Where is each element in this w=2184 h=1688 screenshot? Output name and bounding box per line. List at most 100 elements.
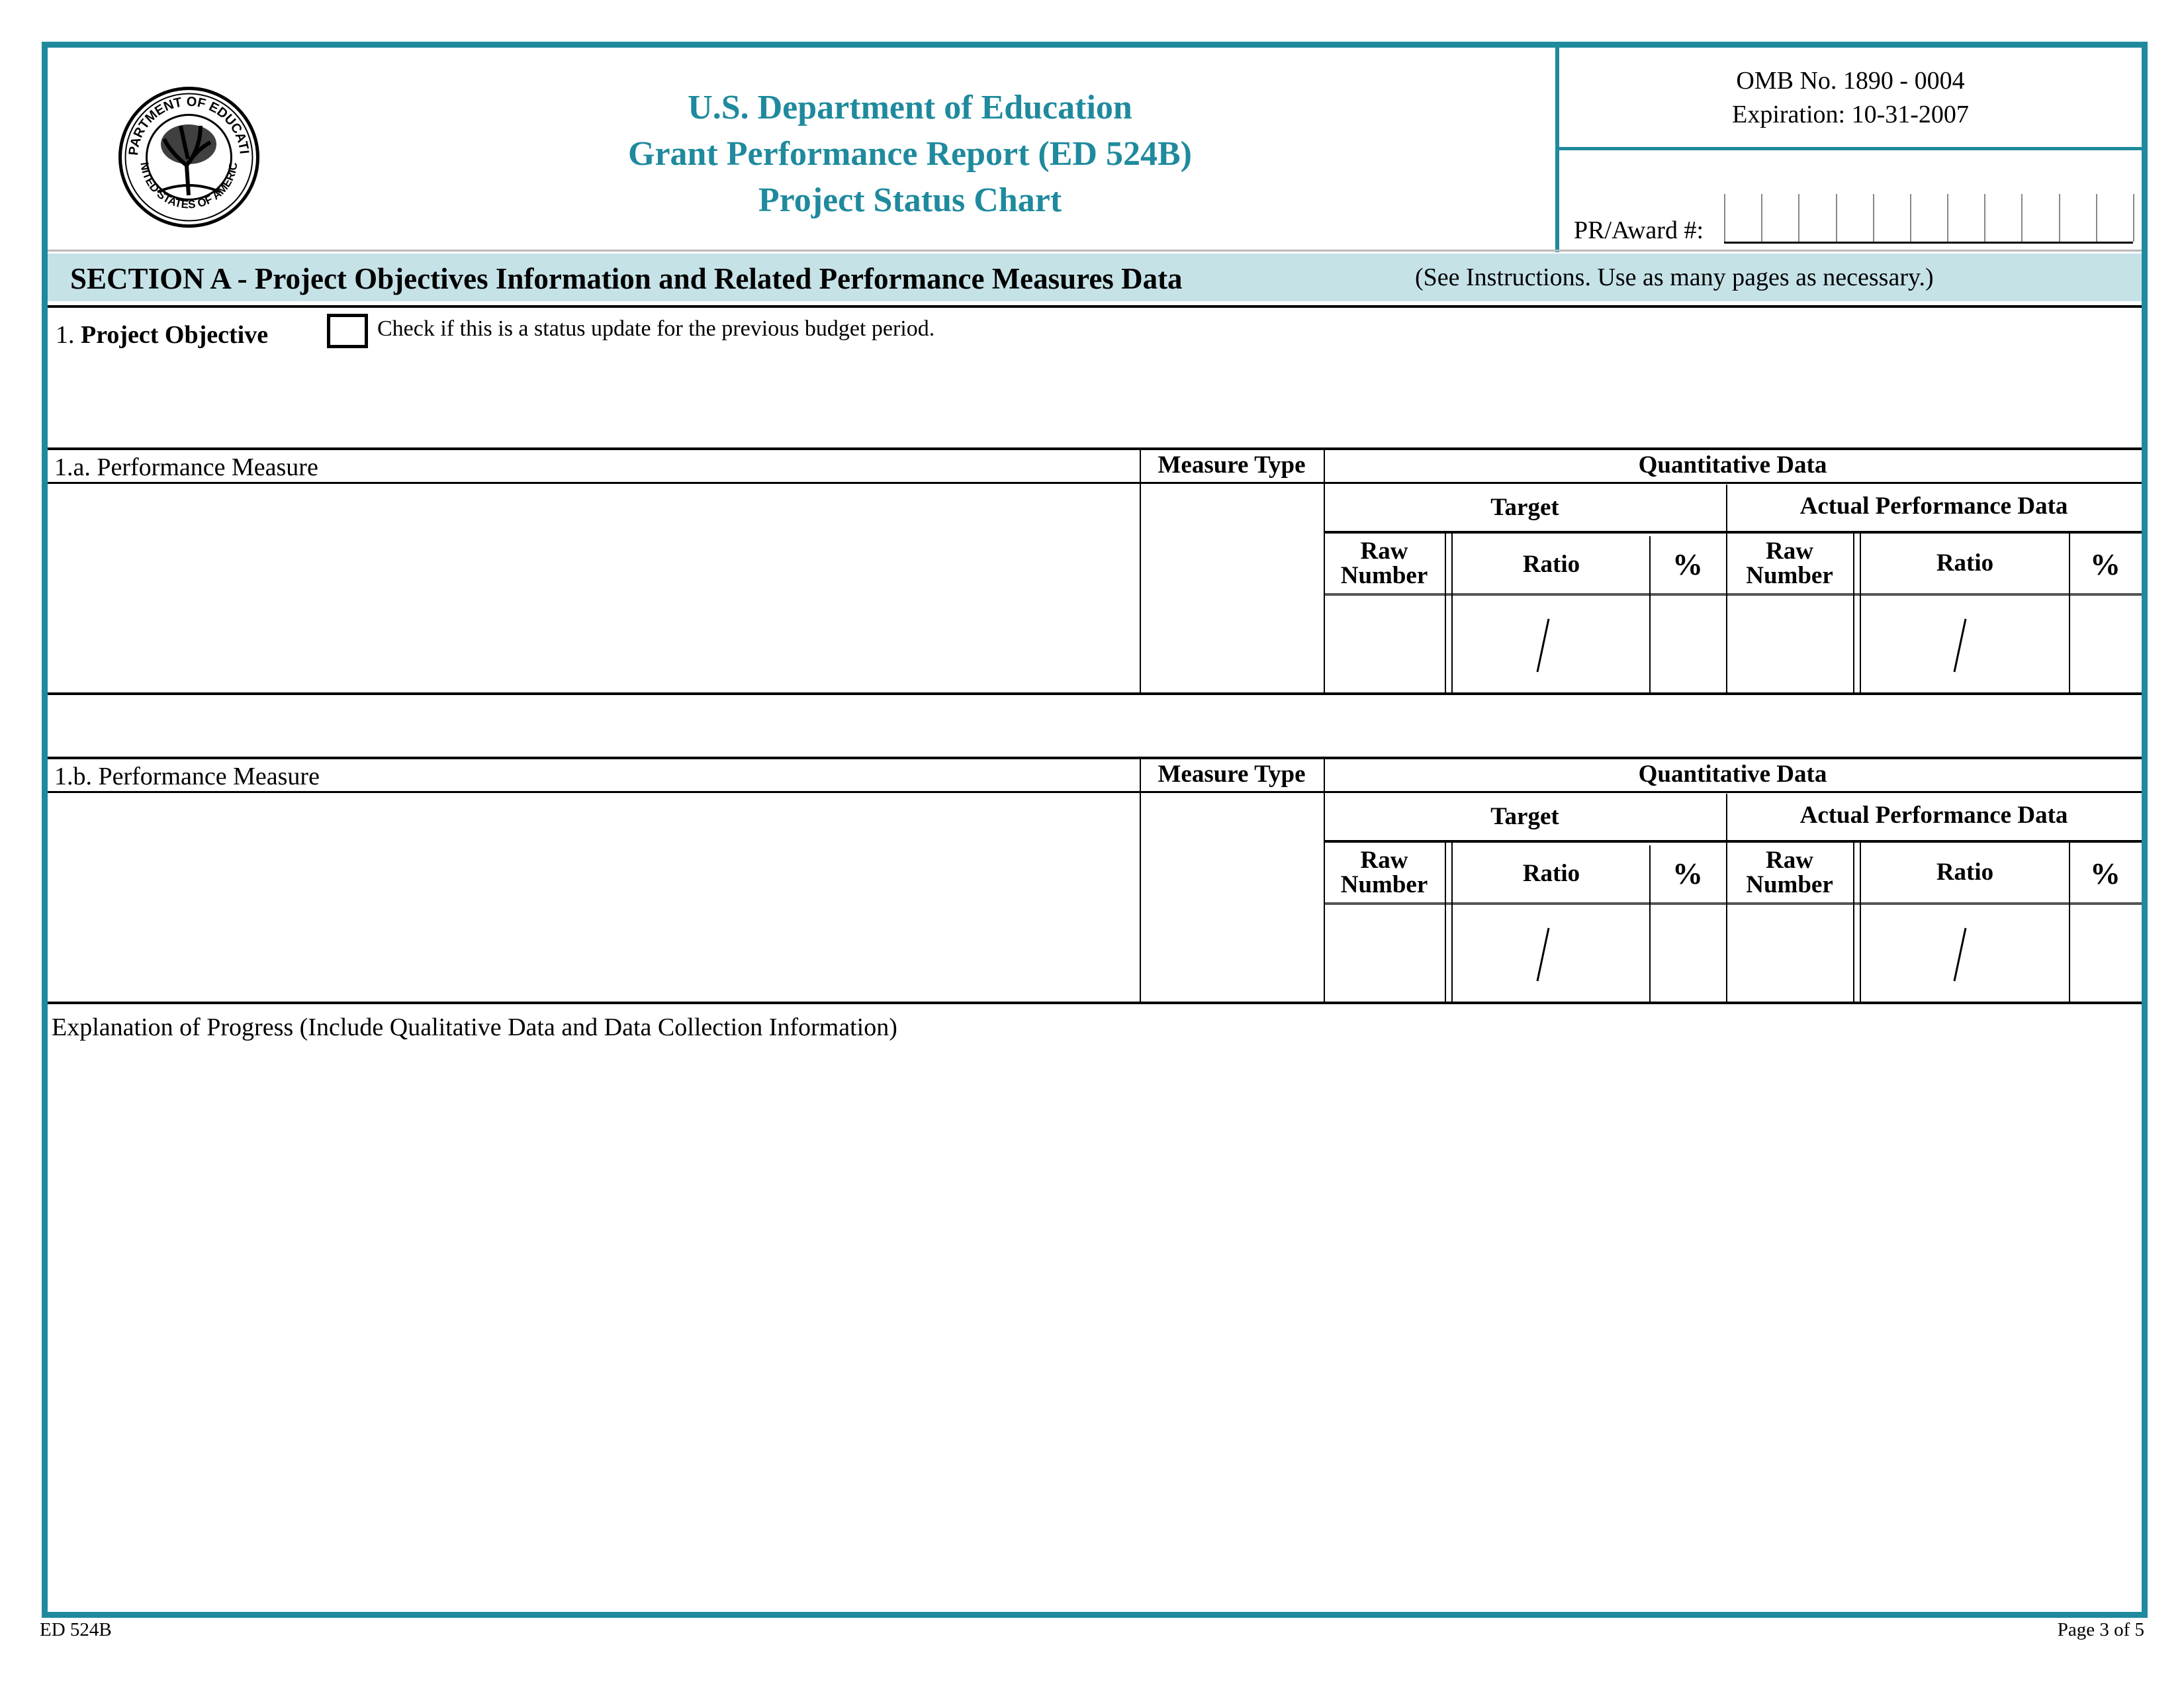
department-of-education-seal-icon: DEPARTMENT OF EDUCATION UNITED STATES OF… (113, 75, 260, 228)
actual-ratio-header: Ratio (1936, 859, 1994, 886)
quantitative-data-header: Quantitative Data (1638, 451, 1827, 479)
header-bottom-rule (48, 250, 2142, 252)
measure-type-input[interactable] (1144, 489, 1324, 688)
quantitative-data-header: Quantitative Data (1638, 761, 1827, 788)
col-divider (1324, 450, 1325, 694)
data-row-rule (1324, 902, 2142, 905)
col-divider (1451, 841, 1453, 1003)
target-percent-header: % (1672, 857, 1703, 890)
performance-measure-input[interactable] (53, 798, 1134, 999)
actual-percent-input[interactable] (2073, 910, 2142, 998)
award-cell-divider (1984, 194, 1985, 242)
award-cell-divider (1910, 194, 1911, 242)
col-divider (2069, 532, 2070, 694)
performance-measure-input[interactable] (53, 489, 1134, 690)
data-row-rule (1324, 593, 2142, 596)
explanation-input[interactable] (53, 1053, 2134, 1598)
measure-header-rule (48, 482, 2142, 484)
award-cell-divider (2133, 194, 2134, 242)
col-divider (1445, 841, 1446, 1003)
section-a-bottom-rule (48, 305, 2142, 308)
explanation-label: Explanation of Progress (Include Qualita… (52, 1013, 897, 1041)
target-ratio-numerator-input[interactable] (1456, 910, 1545, 998)
footer-form-id: ED 524B (40, 1619, 112, 1640)
report-title: Grant Performance Report (ED 524B) (628, 135, 1192, 173)
award-cell-divider (1798, 194, 1799, 242)
col-divider (1853, 532, 1854, 694)
award-cell-divider (1724, 194, 1725, 242)
measure-top-rule (48, 447, 2142, 450)
actual-ratio-numerator-input[interactable] (1864, 601, 1959, 688)
actual-percent-input[interactable] (2073, 601, 2142, 688)
col-divider (1649, 536, 1651, 694)
actual-percent-header: % (2090, 547, 2120, 581)
agency-title: U.S. Department of Education (688, 89, 1132, 126)
target-raw-number-header: Raw Number (1340, 847, 1428, 898)
measure-label: 1.a. Performance Measure (54, 453, 318, 481)
objective-title: Project Objective (81, 321, 269, 349)
target-ratio-denominator-input[interactable] (1562, 910, 1649, 998)
target-percent-input[interactable] (1653, 601, 1726, 688)
footer-page-number: Page 3 of 5 (2057, 1619, 2144, 1640)
status-update-checkbox-label: Check if this is a status update for the… (377, 316, 935, 341)
omb-box-divider (1559, 147, 2142, 150)
measure-bottom-rule (48, 692, 2142, 695)
col-divider (1860, 841, 1861, 1003)
award-cell-divider (1947, 194, 1948, 242)
section-a-title: SECTION A - Project Objectives Informati… (70, 262, 1183, 295)
target-header: Target (1490, 494, 1559, 521)
actual-percent-header: % (2090, 857, 2120, 890)
section-a-note: (See Instructions. Use as many pages as … (1415, 263, 1934, 291)
award-cell-divider (1761, 194, 1762, 242)
actual-ratio-denominator-input[interactable] (1979, 910, 2069, 998)
measure-label: 1.b. Performance Measure (54, 763, 320, 790)
col-divider (1451, 532, 1453, 694)
target-raw-number-input[interactable] (1328, 601, 1444, 688)
measure-type-header: Measure Type (1158, 761, 1306, 788)
award-cell-divider (2021, 194, 2023, 242)
award-cell-divider (2059, 194, 2060, 242)
col-divider (1853, 841, 1854, 1003)
col-divider (1324, 759, 1325, 1003)
col-divider (1140, 450, 1141, 694)
status-update-checkbox[interactable] (327, 314, 368, 348)
actual-performance-header: Actual Performance Data (1799, 802, 2068, 829)
target-raw-number-input[interactable] (1328, 910, 1444, 998)
target-ratio-numerator-input[interactable] (1456, 601, 1545, 688)
measure-type-input[interactable] (1144, 798, 1324, 998)
project-objective-input[interactable] (53, 354, 2134, 446)
actual-raw-number-header: Raw Number (1746, 847, 1833, 898)
actual-raw-number-header: Raw Number (1746, 538, 1833, 589)
chart-title: Project Status Chart (758, 181, 1062, 219)
col-divider (1860, 532, 1861, 694)
measure-header-rule (48, 791, 2142, 793)
award-cell-divider (1836, 194, 1837, 242)
subheader-rule (1324, 531, 2142, 534)
award-number-field[interactable] (1724, 194, 2136, 244)
actual-raw-number-input[interactable] (1730, 910, 1853, 998)
target-ratio-header: Ratio (1522, 551, 1580, 578)
actual-ratio-numerator-input[interactable] (1864, 910, 1959, 998)
target-ratio-denominator-input[interactable] (1562, 601, 1649, 688)
measure-bottom-rule (48, 1002, 2142, 1004)
actual-raw-number-input[interactable] (1730, 601, 1853, 688)
award-cell-divider (1873, 194, 1874, 242)
omb-number: OMB No. 1890 - 0004 (1736, 67, 1965, 95)
col-divider (1649, 845, 1651, 1003)
subheader-rule (1324, 840, 2142, 843)
col-divider (1726, 794, 1727, 1003)
award-cell-divider (2096, 194, 2097, 242)
measure-type-header: Measure Type (1158, 451, 1306, 479)
objective-number: 1. (56, 321, 75, 349)
col-divider (1726, 485, 1727, 694)
award-label: PR/Award #: (1574, 216, 1704, 244)
measure-top-rule (48, 757, 2142, 759)
award-number-input[interactable] (1724, 194, 2136, 243)
col-divider (2069, 841, 2070, 1003)
target-percent-header: % (1672, 547, 1703, 581)
target-percent-input[interactable] (1653, 910, 1726, 998)
actual-ratio-denominator-input[interactable] (1979, 601, 2069, 688)
actual-ratio-header: Ratio (1936, 549, 1994, 577)
section-a-bar: SECTION A - Project Objectives Informati… (48, 254, 2142, 301)
target-ratio-header: Ratio (1522, 860, 1580, 887)
